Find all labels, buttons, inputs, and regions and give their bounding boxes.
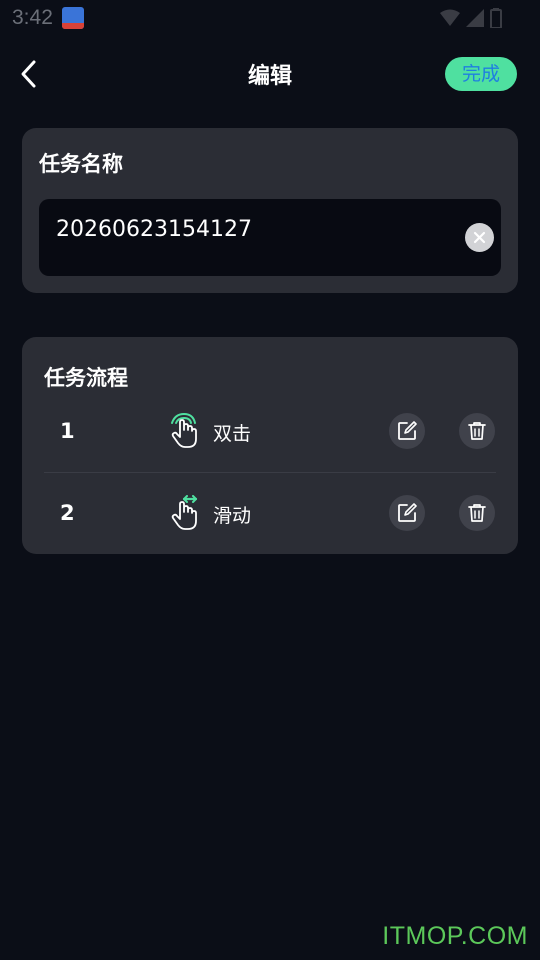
header: 编辑 完成 — [0, 48, 540, 102]
step-label: 双击 — [213, 423, 252, 445]
app-notification-icon — [62, 7, 84, 29]
task-name-input-box — [39, 199, 501, 276]
task-name-input[interactable] — [56, 217, 456, 242]
step-number: 1 — [60, 419, 75, 443]
signal-icon — [466, 9, 484, 27]
edit-step-button[interactable] — [389, 413, 425, 449]
trash-icon — [468, 422, 486, 440]
swipe-hand-icon — [171, 495, 198, 530]
battery-icon — [490, 8, 502, 28]
double-tap-hand-icon — [171, 413, 197, 448]
edit-step-button[interactable] — [389, 495, 425, 531]
watermark: ITMOP.COM — [382, 922, 528, 950]
step-number: 2 — [60, 501, 75, 525]
edit-icon — [398, 503, 417, 522]
clear-icon — [473, 231, 486, 244]
status-bar: 3:42 — [0, 0, 540, 36]
delete-step-button[interactable] — [459, 495, 495, 531]
edit-icon — [398, 421, 417, 440]
flow-step-row: 2 滑动 — [22, 473, 518, 553]
flow-step-row: 1 双击 — [22, 391, 518, 471]
status-time: 3:42 — [12, 6, 53, 29]
trash-icon — [468, 504, 486, 522]
delete-step-button[interactable] — [459, 413, 495, 449]
clear-input-button[interactable] — [465, 223, 494, 252]
task-flow-title: 任务流程 — [44, 366, 128, 390]
task-name-title: 任务名称 — [39, 152, 123, 176]
status-icons — [440, 8, 502, 28]
wifi-icon — [440, 9, 460, 26]
done-button[interactable]: 完成 — [445, 57, 517, 91]
task-name-card: 任务名称 — [22, 128, 518, 293]
step-label: 滑动 — [213, 505, 252, 527]
task-flow-card: 任务流程 1 双击 2 滑动 — [22, 337, 518, 554]
